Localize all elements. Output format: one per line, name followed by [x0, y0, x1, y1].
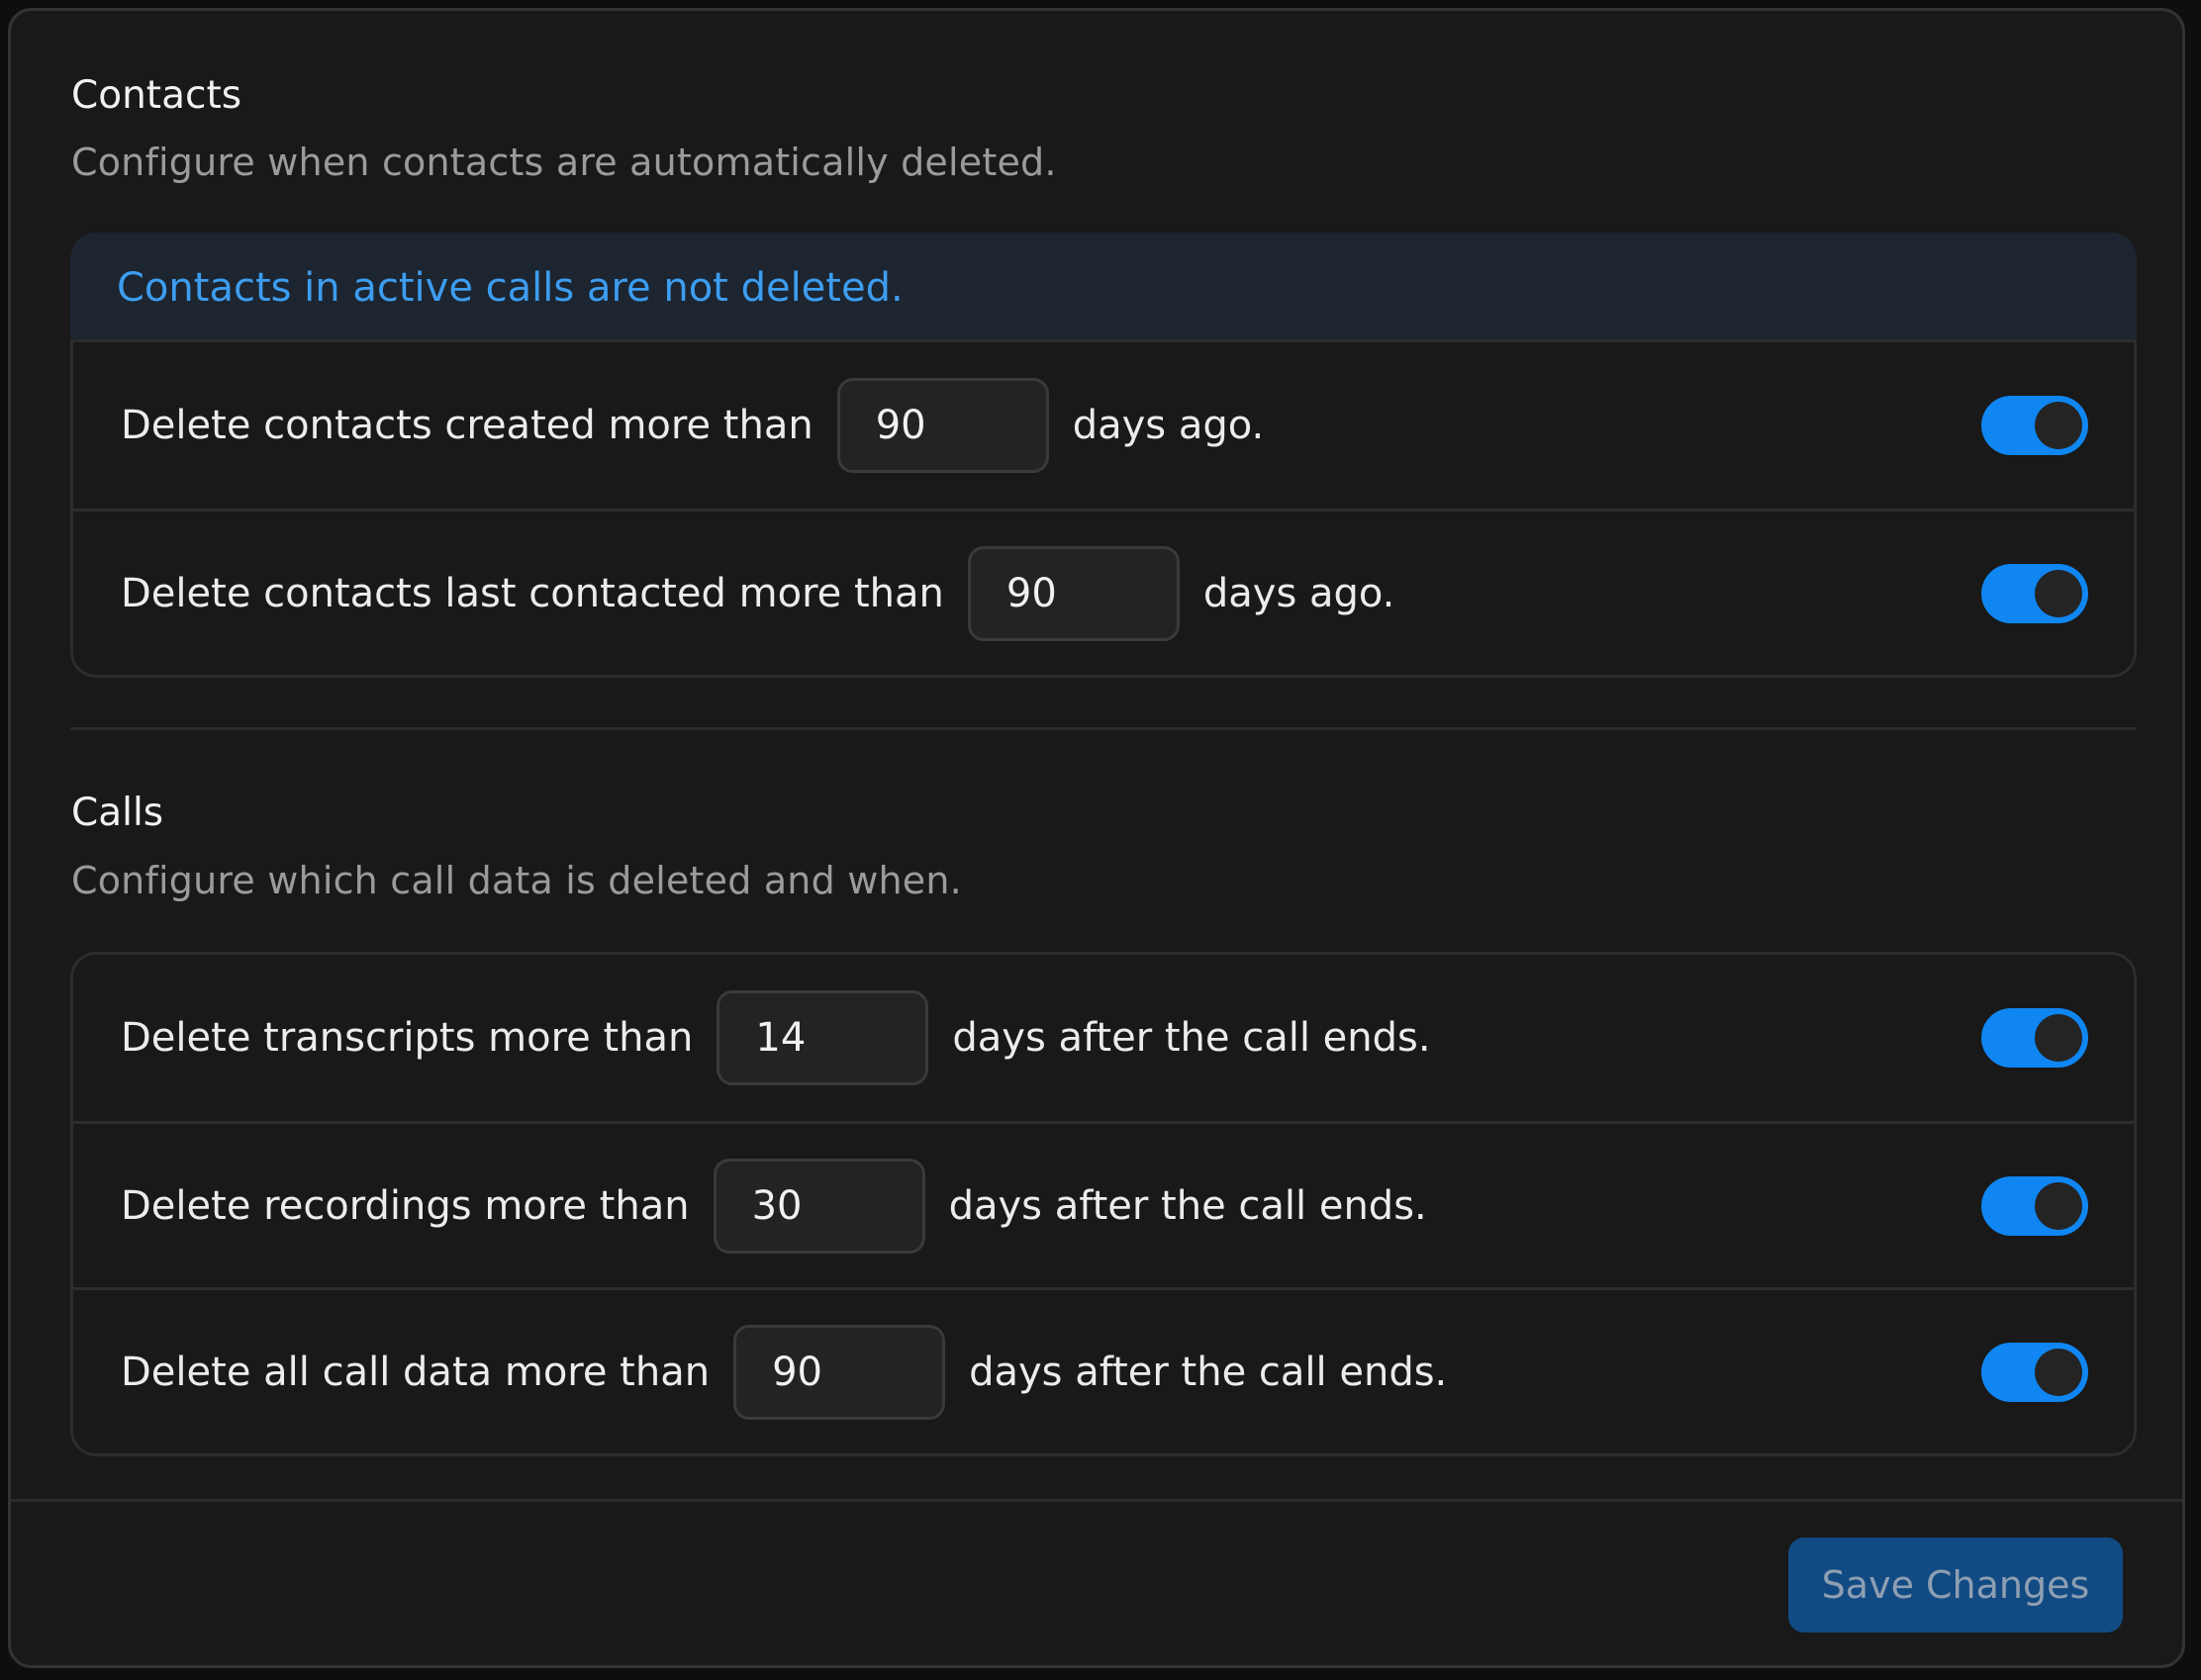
all-call-data-toggle[interactable] — [1981, 1342, 2088, 1402]
contacts-rules-group: Contacts in active calls are not deleted… — [70, 233, 2137, 678]
rule-suffix: days after the call ends. — [969, 1349, 1448, 1395]
all-call-data-days-input[interactable] — [733, 1324, 946, 1420]
contacts-last-contacted-days-input[interactable] — [967, 545, 1180, 641]
recordings-days-input[interactable] — [713, 1158, 925, 1254]
calls-rules-list: Delete transcripts more than days after … — [70, 952, 2137, 1456]
rule-row-all-call-data: Delete all call data more than days afte… — [73, 1287, 2134, 1453]
toggle-knob — [2035, 569, 2082, 617]
rule-suffix: days after the call ends. — [952, 1015, 1431, 1061]
recordings-toggle[interactable] — [1981, 1175, 2088, 1236]
rule-label: Delete transcripts more than — [121, 1015, 694, 1061]
contacts-rules-list: Delete contacts created more than days a… — [70, 339, 2137, 678]
contacts-section-title: Contacts — [71, 73, 242, 118]
transcripts-days-input[interactable] — [717, 990, 929, 1085]
rule-label: Delete all call data more than — [121, 1349, 711, 1395]
contacts-created-toggle[interactable] — [1981, 396, 2088, 455]
section-divider — [70, 727, 2137, 730]
retention-settings-panel: Contacts Configure when contacts are aut… — [8, 8, 2185, 1668]
rule-suffix: days ago. — [1072, 403, 1265, 448]
rule-suffix: days after the call ends. — [948, 1182, 1427, 1229]
toggle-knob — [2035, 402, 2082, 449]
contacts-section-description: Configure when contacts are automaticall… — [71, 140, 1057, 184]
settings-content: Contacts Configure when contacts are aut… — [11, 11, 2182, 1499]
rule-row-contacts-last-contacted: Delete contacts last contacted more than… — [73, 509, 2134, 675]
calls-section-description: Configure which call data is deleted and… — [71, 859, 962, 902]
calls-section-title: Calls — [71, 791, 164, 835]
rule-row-recordings: Delete recordings more than days after t… — [73, 1121, 2134, 1287]
rule-label: Delete contacts created more than — [121, 403, 813, 448]
toggle-knob — [2035, 1014, 2082, 1062]
transcripts-toggle[interactable] — [1981, 1008, 2088, 1068]
contacts-last-contacted-toggle[interactable] — [1981, 563, 2088, 623]
calls-rules-group: Delete transcripts more than days after … — [70, 952, 2137, 1456]
rule-row-transcripts: Delete transcripts more than days after … — [73, 955, 2134, 1121]
panel-footer: Save Changes — [11, 1499, 2182, 1665]
rule-suffix: days ago. — [1202, 570, 1395, 616]
toggle-knob — [2035, 1181, 2082, 1230]
save-changes-button[interactable]: Save Changes — [1788, 1538, 2123, 1633]
contacts-notice-banner: Contacts in active calls are not deleted… — [70, 233, 2137, 339]
contacts-notice-text: Contacts in active calls are not deleted… — [117, 265, 904, 311]
rule-label: Delete contacts last contacted more than — [121, 570, 944, 616]
toggle-knob — [2035, 1348, 2082, 1396]
rule-label: Delete recordings more than — [121, 1182, 690, 1229]
contacts-created-days-input[interactable] — [836, 378, 1049, 473]
rule-row-contacts-created: Delete contacts created more than days a… — [73, 342, 2134, 509]
